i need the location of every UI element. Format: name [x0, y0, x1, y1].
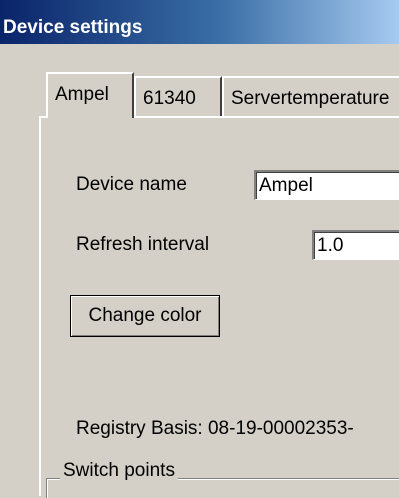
tab-label: 61340: [143, 88, 196, 109]
tab-servertemperature[interactable]: Servertemperature: [222, 76, 399, 116]
tab-61340[interactable]: 61340: [134, 76, 222, 116]
device-settings-window: Device settings Ampel 61340 Servertemper…: [0, 0, 399, 498]
window-title: Device settings: [3, 17, 143, 38]
tab-ampel[interactable]: Ampel: [46, 72, 134, 118]
tab-label: Ampel: [55, 84, 109, 105]
tab-panel: [39, 116, 399, 496]
title-bar[interactable]: Device settings: [0, 0, 399, 44]
tab-label: Servertemperature: [231, 88, 390, 109]
